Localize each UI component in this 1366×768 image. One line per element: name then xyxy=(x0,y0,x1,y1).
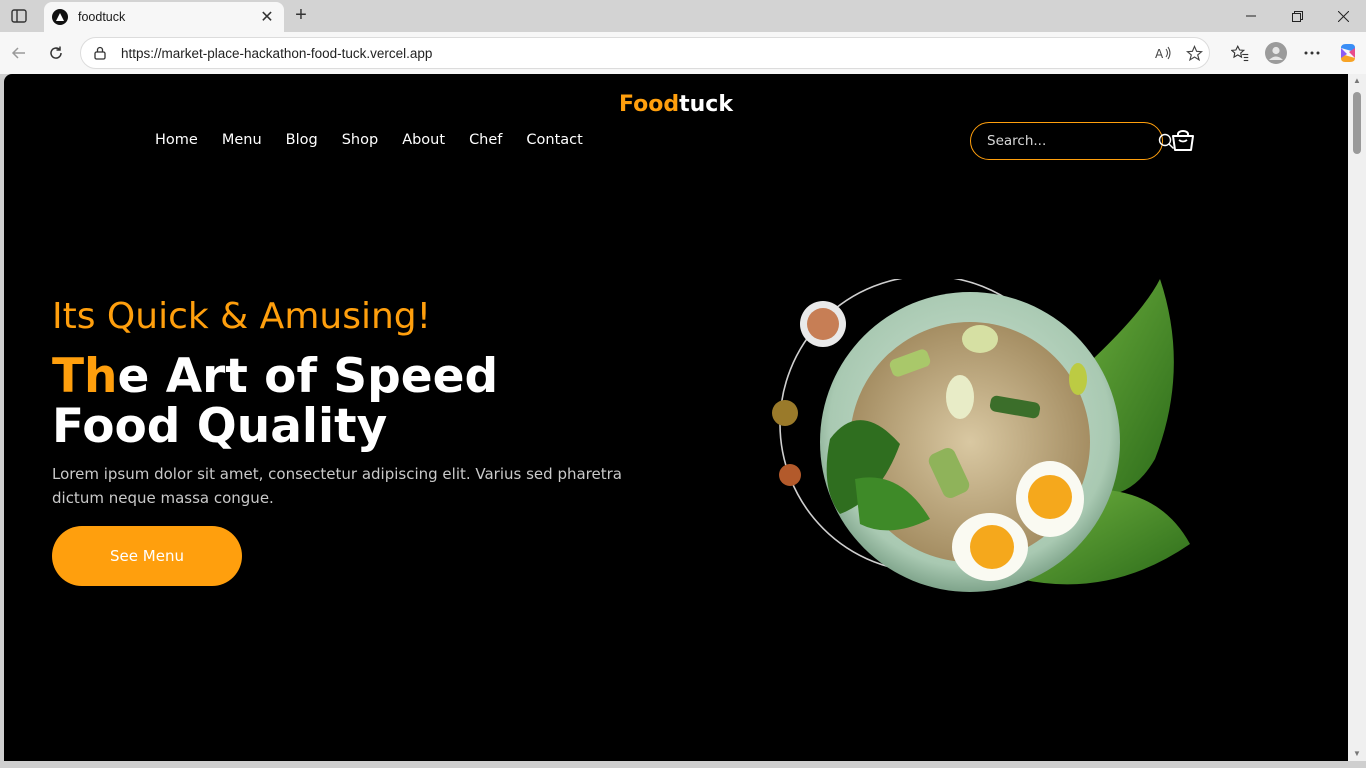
nav-chef[interactable]: Chef xyxy=(469,132,502,148)
nav-menu[interactable]: Menu xyxy=(222,132,262,148)
back-icon[interactable] xyxy=(8,42,30,64)
sidebar-toggle-icon[interactable] xyxy=(8,6,30,26)
profile-avatar-icon[interactable] xyxy=(1258,39,1294,67)
nav-shop[interactable]: Shop xyxy=(342,132,378,148)
page-viewport: Foodtuck Home Menu Blog Shop About Chef … xyxy=(4,74,1348,761)
scroll-up-icon[interactable]: ▲ xyxy=(1352,76,1362,86)
nav-blog[interactable]: Blog xyxy=(286,132,318,148)
page-scrollbar[interactable]: ▲ ▼ xyxy=(1348,74,1366,761)
favorite-star-icon[interactable] xyxy=(1179,42,1209,64)
site-logo[interactable]: Foodtuck xyxy=(4,92,1348,117)
hero-food-image xyxy=(772,279,1190,592)
hero-headline: The Art of Speed Food Quality xyxy=(52,352,498,452)
favorites-icon[interactable] xyxy=(1222,39,1258,67)
browser-tab-strip: foodtuck ✕ + xyxy=(0,0,1366,32)
shopping-bag-icon[interactable] xyxy=(1171,129,1195,153)
headline-rest: e Art of Speed xyxy=(117,349,499,404)
copilot-icon[interactable] xyxy=(1330,39,1366,67)
nav-about[interactable]: About xyxy=(402,132,445,148)
more-menu-icon[interactable] xyxy=(1294,39,1330,67)
minimize-icon[interactable] xyxy=(1228,0,1274,32)
nav-contact[interactable]: Contact xyxy=(526,132,582,148)
toolbar-actions xyxy=(1222,39,1366,67)
search-box xyxy=(970,122,1174,160)
svg-text:A: A xyxy=(1155,47,1164,60)
close-window-icon[interactable] xyxy=(1320,0,1366,32)
headline-highlight: Th xyxy=(52,349,118,404)
url-text[interactable]: https://market-place-hackathon-food-tuck… xyxy=(121,46,1149,61)
window-bottom-edge xyxy=(0,761,1366,768)
logo-text: tuck xyxy=(679,92,733,117)
scroll-thumb[interactable] xyxy=(1353,92,1361,154)
search-input[interactable] xyxy=(987,133,1158,149)
scroll-down-icon[interactable]: ▼ xyxy=(1352,749,1362,759)
site-info-icon[interactable] xyxy=(93,45,109,61)
new-tab-button[interactable]: + xyxy=(290,5,312,27)
favicon-icon xyxy=(52,9,68,25)
reload-icon[interactable] xyxy=(45,42,67,64)
tab-title: foodtuck xyxy=(78,10,126,24)
logo-accent-text: Food xyxy=(619,92,680,117)
nav-home[interactable]: Home xyxy=(155,132,198,148)
browser-toolbar: https://market-place-hackathon-food-tuck… xyxy=(0,32,1366,74)
window-controls xyxy=(1228,0,1366,32)
hero-tagline: Its Quick & Amusing! xyxy=(52,296,432,337)
see-menu-button[interactable]: See Menu xyxy=(52,526,242,586)
tab-close-icon[interactable]: ✕ xyxy=(258,7,276,27)
browser-tab[interactable]: foodtuck ✕ xyxy=(44,2,284,32)
restore-icon[interactable] xyxy=(1274,0,1320,32)
hero-description: Lorem ipsum dolor sit amet, consectetur … xyxy=(52,465,622,507)
read-aloud-icon[interactable]: A xyxy=(1149,42,1179,64)
main-nav: Home Menu Blog Shop About Chef Contact xyxy=(155,132,607,148)
address-bar[interactable]: https://market-place-hackathon-food-tuck… xyxy=(80,37,1210,69)
headline-line-two: Food Quality xyxy=(52,399,388,454)
